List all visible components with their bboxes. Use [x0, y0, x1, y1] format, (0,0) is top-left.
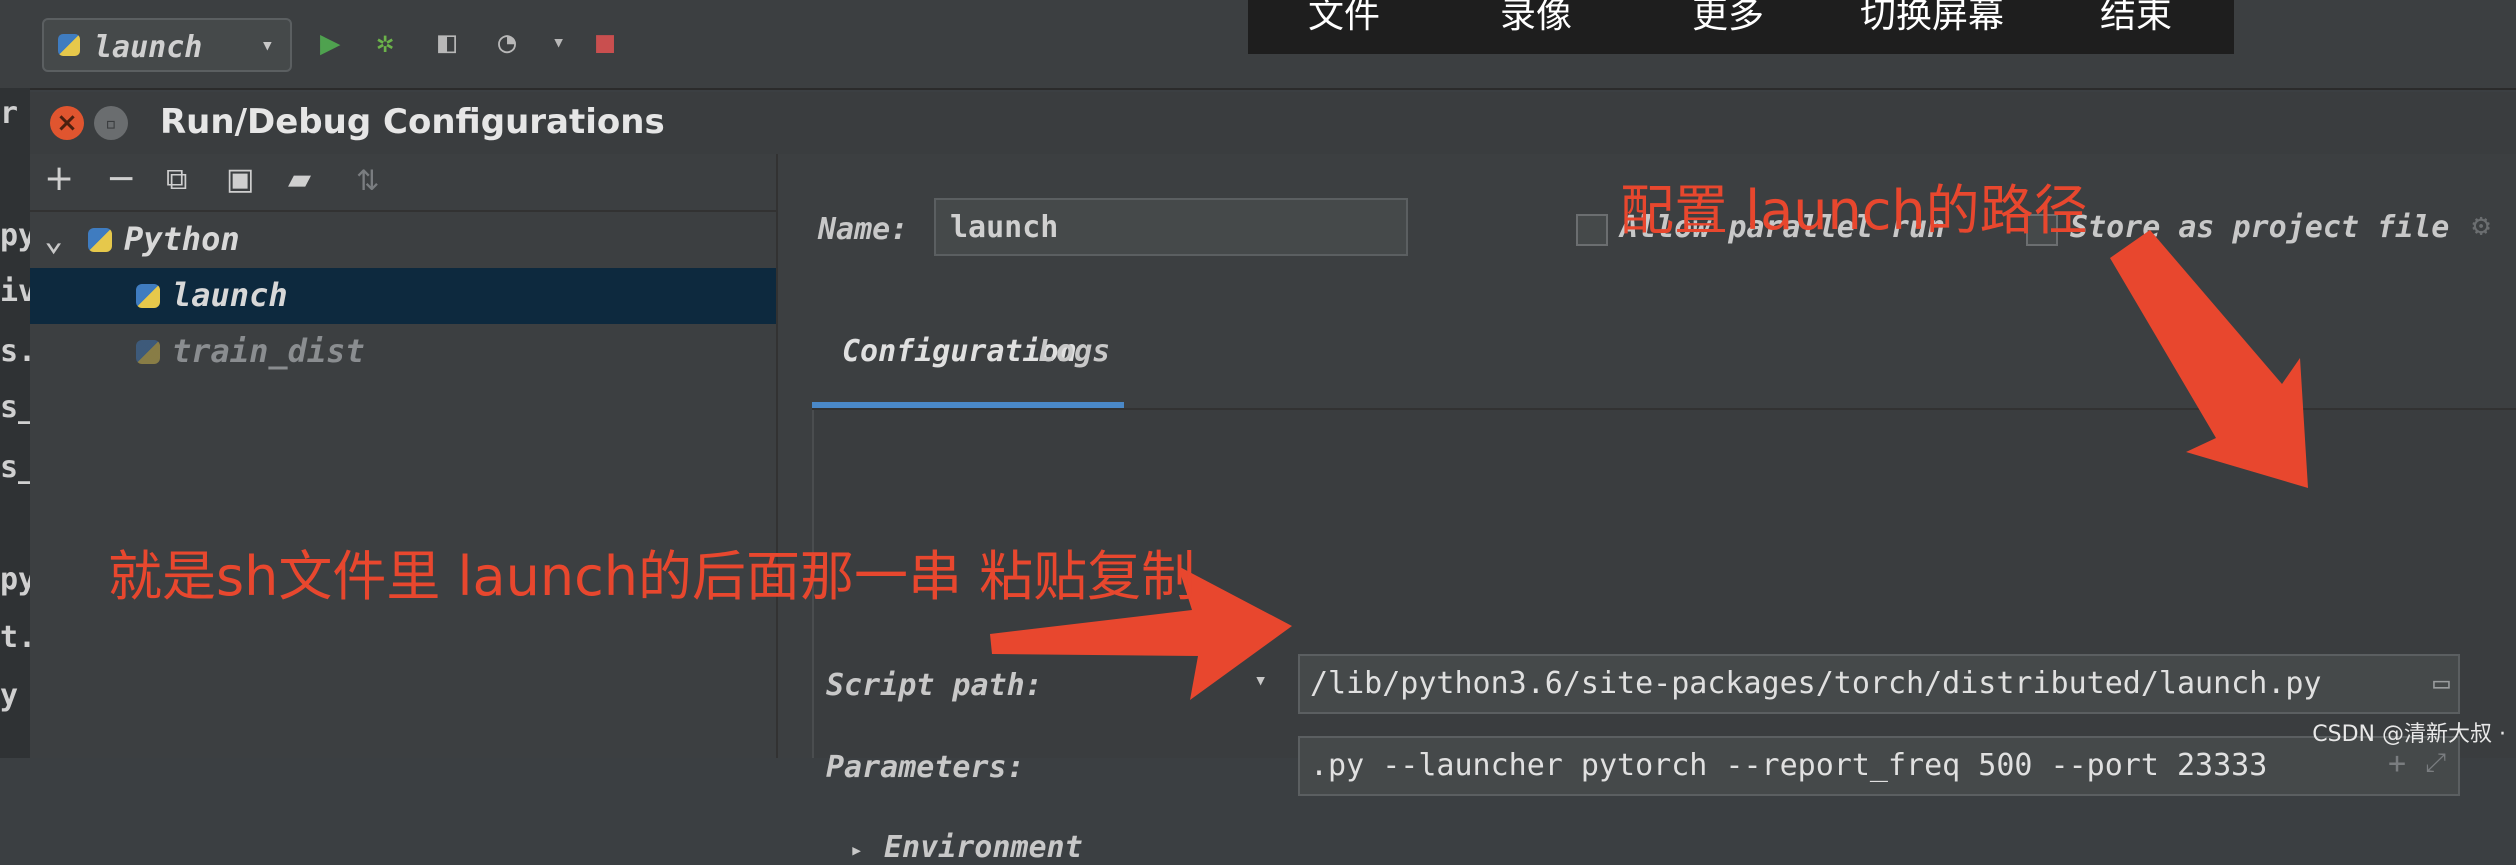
environment-section-label[interactable]: Environment [884, 830, 1083, 865]
chevron-right-icon[interactable]: ▸ [850, 838, 863, 863]
annotation-parameters: 就是sh文件里 launch的后面那一串 粘贴复制 [108, 545, 1196, 608]
watermark: CSDN @清新大叔 · [2312, 722, 2506, 747]
annotation-arrows [990, 230, 2308, 700]
annotation-script-path: 配置 launch的路径 [1620, 179, 2088, 242]
arrow-to-script-path-icon [2110, 230, 2308, 488]
